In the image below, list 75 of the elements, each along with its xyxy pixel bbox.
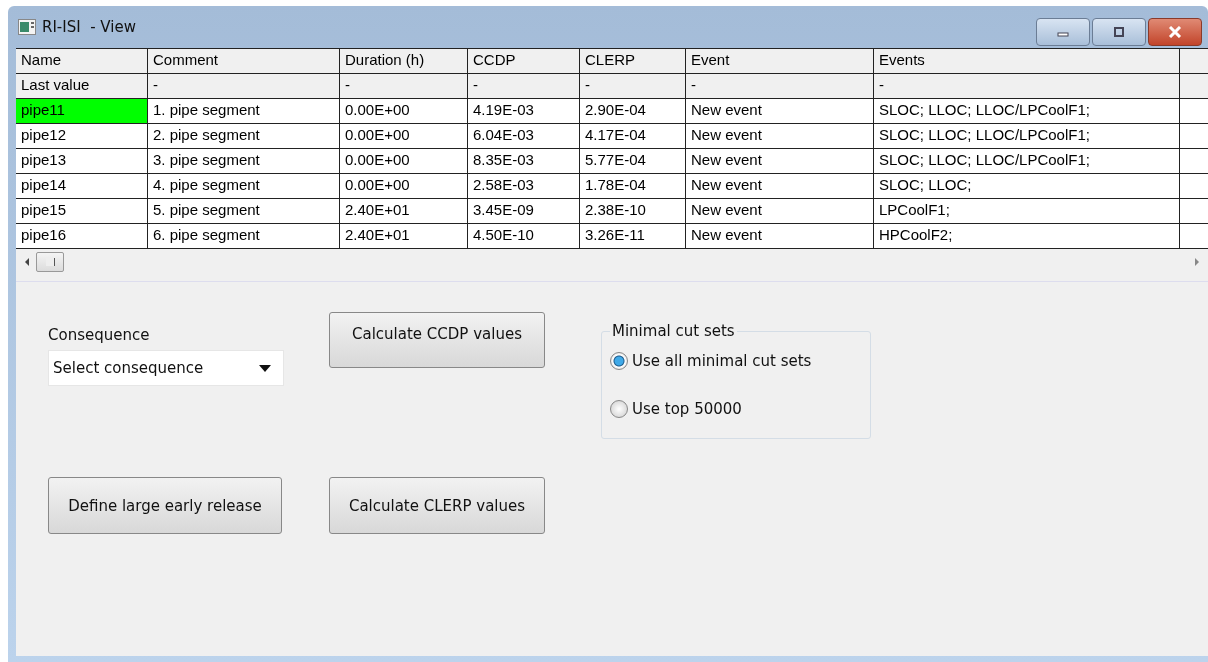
table-cell: New event bbox=[686, 174, 874, 198]
table-cell: SLOC; LLOC; LLOC/LPCoolF1; bbox=[874, 149, 1180, 173]
table-cell: 5.77E-04 bbox=[580, 149, 686, 173]
table-cell: 4.19E-03 bbox=[468, 99, 580, 123]
radio-option[interactable]: Use top 50000 bbox=[610, 392, 862, 426]
table-cell: SLOC; LLOC; LLOC/LPCoolF1; bbox=[874, 99, 1180, 123]
column-header[interactable]: CCDP bbox=[468, 49, 580, 73]
table-cell: New event bbox=[686, 224, 874, 248]
column-header[interactable]: Comment bbox=[148, 49, 340, 73]
table-cell: pipe12 bbox=[16, 124, 148, 148]
table-cell: 1. pipe segment bbox=[148, 99, 340, 123]
column-header[interactable]: Duration (h) bbox=[340, 49, 468, 73]
table-cell: - bbox=[148, 74, 340, 98]
table-cell: 6. pipe segment bbox=[148, 224, 340, 248]
close-icon bbox=[1168, 26, 1182, 38]
table-cell: pipe15 bbox=[16, 199, 148, 223]
table-cell: 2.58E-03 bbox=[468, 174, 580, 198]
consequence-label: Consequence bbox=[48, 326, 151, 344]
calculate-clerp-button[interactable]: Calculate CLERP values bbox=[329, 477, 545, 534]
table-cell: 3. pipe segment bbox=[148, 149, 340, 173]
table-cell: New event bbox=[686, 124, 874, 148]
table-cell: - bbox=[340, 74, 468, 98]
table-cell: 0.00E+00 bbox=[340, 99, 468, 123]
column-header[interactable]: Event bbox=[686, 49, 874, 73]
table-cell: 4. pipe segment bbox=[148, 174, 340, 198]
scroll-left-icon[interactable] bbox=[24, 258, 30, 266]
table-cell: 0.00E+00 bbox=[340, 149, 468, 173]
table-cell: - bbox=[468, 74, 580, 98]
table-cell: 2. pipe segment bbox=[148, 124, 340, 148]
table-cell: SLOC; LLOC; LLOC/LPCoolF1; bbox=[874, 124, 1180, 148]
table-cell: LPCoolF1; bbox=[874, 199, 1180, 223]
scroll-right-icon[interactable] bbox=[1194, 258, 1200, 266]
table-cell: 4.17E-04 bbox=[580, 124, 686, 148]
table-cell: - bbox=[580, 74, 686, 98]
close-button[interactable] bbox=[1148, 18, 1202, 46]
table-cell: 5. pipe segment bbox=[148, 199, 340, 223]
app-icon bbox=[18, 19, 36, 35]
column-header[interactable]: CLERP bbox=[580, 49, 686, 73]
table-cell: New event bbox=[686, 99, 874, 123]
maximize-icon bbox=[1113, 27, 1125, 37]
column-header[interactable]: Name bbox=[16, 49, 148, 73]
table-cell: 0.00E+00 bbox=[340, 124, 468, 148]
table-cell: New event bbox=[686, 149, 874, 173]
window-title: RI-ISI - View bbox=[42, 18, 136, 36]
table-cell: 2.40E+01 bbox=[340, 199, 468, 223]
table-cell: 6.04E-03 bbox=[468, 124, 580, 148]
table-cell: SLOC; LLOC; bbox=[874, 174, 1180, 198]
table-cell: 2.40E+01 bbox=[340, 224, 468, 248]
table-cell: 2.38E-10 bbox=[580, 199, 686, 223]
define-release-button[interactable]: Define large early release bbox=[48, 477, 282, 534]
calculate-ccdp-button[interactable]: Calculate CCDP values bbox=[329, 312, 545, 368]
table-cell: pipe11 bbox=[16, 99, 148, 123]
maximize-button[interactable] bbox=[1092, 18, 1146, 46]
table-cell: - bbox=[874, 74, 1180, 98]
table-cell: New event bbox=[686, 199, 874, 223]
group-title: Minimal cut sets bbox=[611, 322, 736, 340]
table-cell: 2.90E-04 bbox=[580, 99, 686, 123]
table-cell: 1.78E-04 bbox=[580, 174, 686, 198]
table-cell: - bbox=[686, 74, 874, 98]
table-cell: 0.00E+00 bbox=[340, 174, 468, 198]
radio-option[interactable]: Use all minimal cut sets bbox=[610, 344, 862, 378]
table-cell: 3.45E-09 bbox=[468, 199, 580, 223]
minimize-button[interactable] bbox=[1036, 18, 1090, 46]
table-cell: Last value bbox=[16, 74, 148, 98]
table-cell: 3.26E-11 bbox=[580, 224, 686, 248]
table-cell: 4.50E-10 bbox=[468, 224, 580, 248]
column-header[interactable]: Events bbox=[874, 49, 1180, 73]
table-cell: HPCoolF2; bbox=[874, 224, 1180, 248]
table-cell: pipe16 bbox=[16, 224, 148, 248]
dropdown-caret-icon bbox=[259, 364, 271, 372]
table-cell: pipe13 bbox=[16, 149, 148, 173]
table-cell: 8.35E-03 bbox=[468, 149, 580, 173]
scroll-thumb[interactable] bbox=[36, 252, 64, 272]
table-cell: pipe14 bbox=[16, 174, 148, 198]
consequence-dropdown[interactable]: Select consequence bbox=[48, 350, 284, 386]
